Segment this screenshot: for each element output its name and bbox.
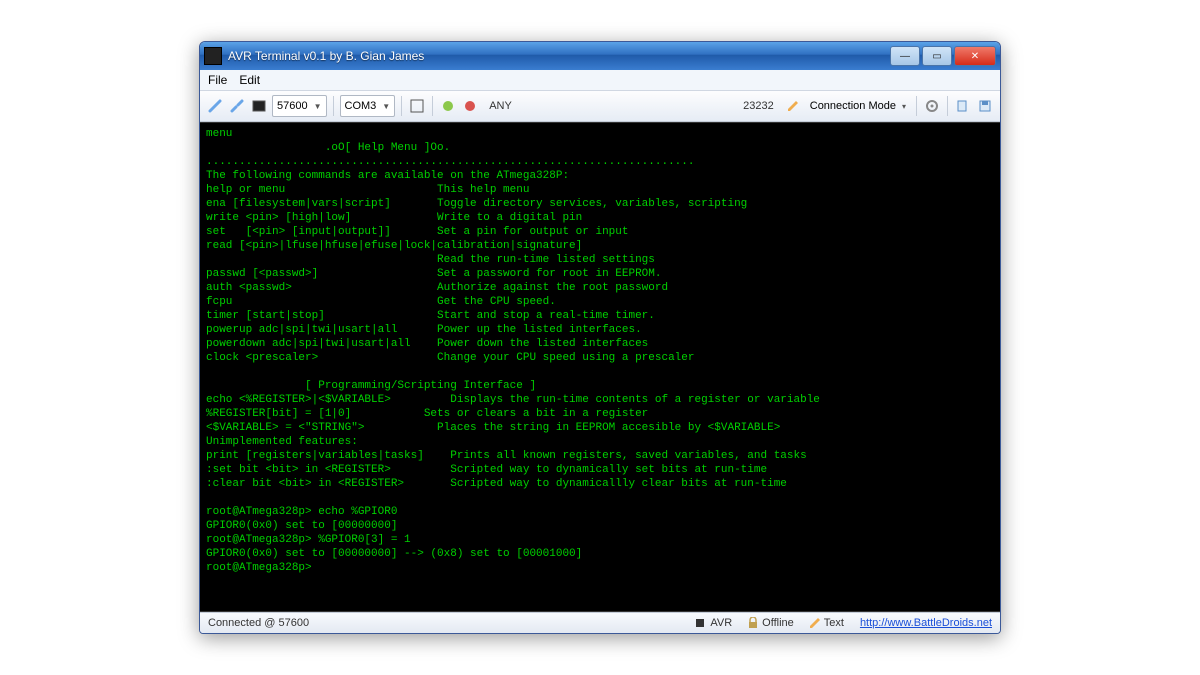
chevron-down-icon: ▼ bbox=[314, 102, 322, 111]
baud-select[interactable]: 57600 ▼ bbox=[272, 95, 327, 117]
terminal-icon[interactable] bbox=[250, 97, 268, 115]
separator bbox=[401, 96, 402, 116]
chevron-down-icon: ▼ bbox=[382, 102, 390, 111]
window-title: AVR Terminal v0.1 by B. Gian James bbox=[228, 49, 890, 63]
window-controls: — ▭ ✕ bbox=[890, 46, 996, 66]
terminal-output[interactable]: menu .oO[ Help Menu ]Oo. ...............… bbox=[200, 122, 1000, 612]
status-url-link[interactable]: http://www.BattleDroids.net bbox=[860, 617, 992, 629]
menubar: File Edit bbox=[200, 70, 1000, 91]
any-label: ANY bbox=[483, 100, 518, 112]
separator bbox=[947, 96, 948, 116]
menu-edit[interactable]: Edit bbox=[239, 73, 260, 87]
port-value: COM3 bbox=[345, 100, 377, 112]
separator bbox=[916, 96, 917, 116]
separator bbox=[333, 96, 334, 116]
titlebar[interactable]: AVR Terminal v0.1 by B. Gian James — ▭ ✕ bbox=[200, 42, 1000, 70]
status-offline: Offline bbox=[748, 617, 794, 629]
separator bbox=[432, 96, 433, 116]
stop-icon[interactable] bbox=[461, 97, 479, 115]
play-icon[interactable] bbox=[439, 97, 457, 115]
pencil-icon[interactable] bbox=[784, 97, 802, 115]
pencil-icon bbox=[810, 618, 820, 628]
window-icon[interactable] bbox=[408, 97, 426, 115]
connection-mode-label: Connection Mode bbox=[810, 100, 896, 112]
baud-value: 57600 bbox=[277, 100, 308, 112]
maximize-button[interactable]: ▭ bbox=[922, 46, 952, 66]
port-select[interactable]: COM3 ▼ bbox=[340, 95, 396, 117]
connection-mode-dropdown[interactable]: Connection Mode ▾ bbox=[806, 96, 910, 116]
gear-icon[interactable] bbox=[923, 97, 941, 115]
minimize-button[interactable]: — bbox=[890, 46, 920, 66]
disconnect-icon[interactable] bbox=[228, 97, 246, 115]
chevron-down-icon: ▾ bbox=[902, 102, 906, 111]
status-text: Text bbox=[810, 617, 844, 629]
toolbar: 57600 ▼ COM3 ▼ ANY 23232 Connection Mode… bbox=[200, 91, 1000, 122]
save-icon[interactable] bbox=[976, 97, 994, 115]
statusbar: Connected @ 57600 AVR Offline Text http:… bbox=[200, 612, 1000, 633]
lock-icon bbox=[748, 617, 758, 629]
menu-file[interactable]: File bbox=[208, 73, 227, 87]
app-window: AVR Terminal v0.1 by B. Gian James — ▭ ✕… bbox=[199, 41, 1001, 634]
copy-icon[interactable] bbox=[954, 97, 972, 115]
status-connected: Connected @ 57600 bbox=[208, 617, 309, 629]
chip-icon bbox=[694, 617, 706, 629]
connect-icon[interactable] bbox=[206, 97, 224, 115]
app-icon bbox=[204, 47, 222, 65]
counter-label: 23232 bbox=[737, 100, 780, 112]
close-button[interactable]: ✕ bbox=[954, 46, 996, 66]
status-avr: AVR bbox=[694, 617, 732, 629]
